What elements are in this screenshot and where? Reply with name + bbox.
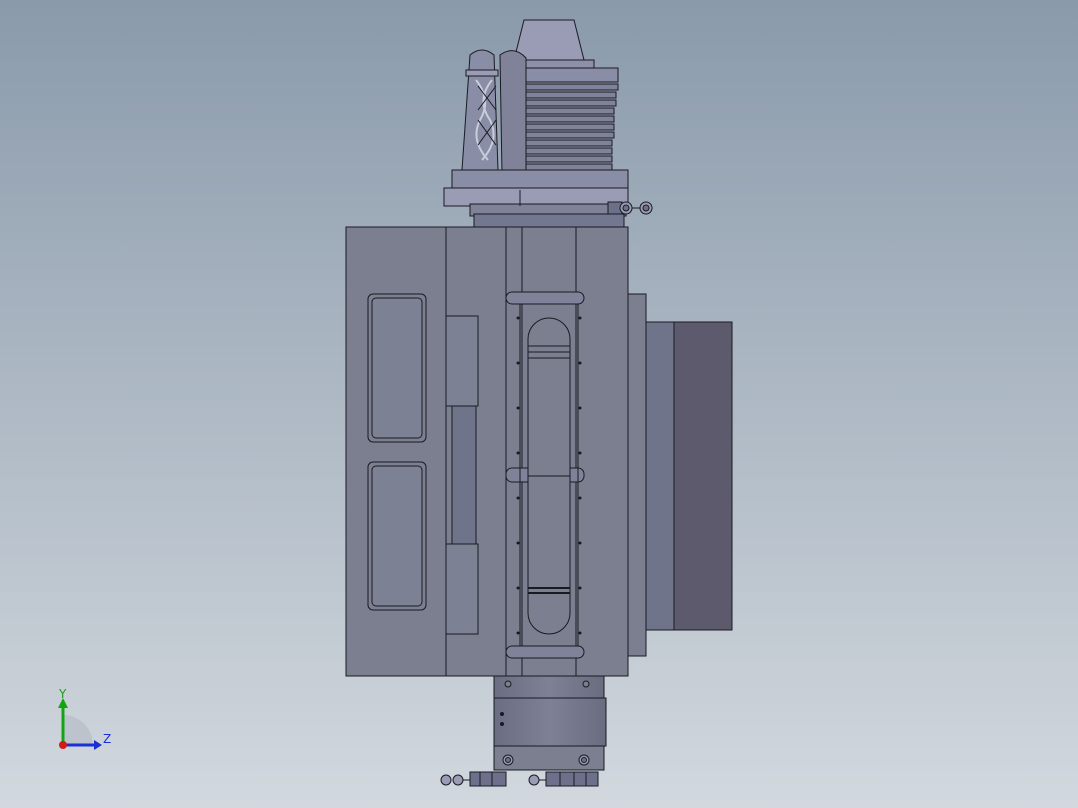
graphics-viewport[interactable]: Y Z <box>0 0 1078 808</box>
triad-z-label: Z <box>103 732 111 746</box>
cad-scene[interactable]: Y Z <box>0 0 1078 808</box>
triad-x-axis-dot <box>59 741 67 749</box>
cable-bracket[interactable] <box>461 49 527 176</box>
side-motor[interactable] <box>627 293 733 657</box>
lower-spindle[interactable] <box>493 675 607 771</box>
main-housing[interactable] <box>345 226 629 677</box>
air-fitting[interactable] <box>607 201 653 215</box>
triad-y-label: Y <box>58 687 67 701</box>
